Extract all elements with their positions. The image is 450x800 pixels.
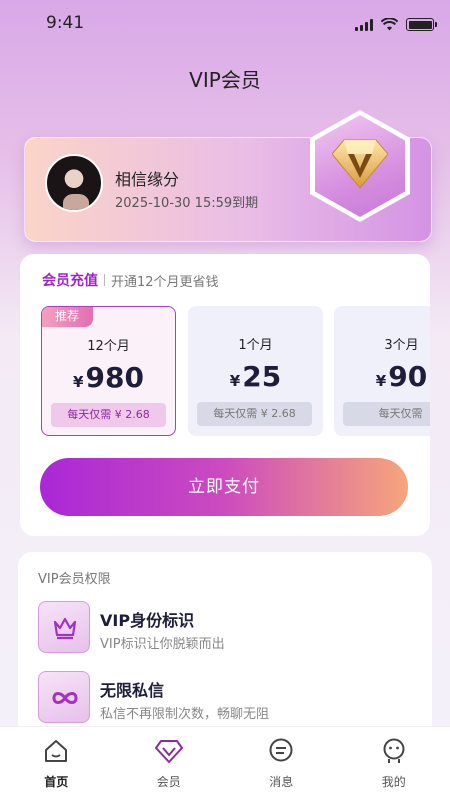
wifi-icon [381, 18, 398, 31]
recharge-header: 会员充值 开通12个月更省钱 [42, 270, 219, 290]
tab-label: 首页 [44, 775, 69, 789]
right-desc: 私信不再限制次数，畅聊无阻 [100, 707, 270, 722]
plan-12-months[interactable]: 推荐 12个月 ¥980 每天仅需 ¥ 2.68 [41, 306, 176, 436]
crown-icon [38, 601, 90, 653]
right-name: 无限私信 [100, 681, 165, 700]
plan-price: ¥90 [375, 360, 428, 393]
rights-title: VIP会员权限 [38, 572, 111, 587]
plan-period: 3个月 [384, 338, 419, 353]
right-item-unlimited-messages[interactable]: 无限私信 私信不再限制次数，畅聊无阻 [38, 671, 418, 725]
plan-period: 12个月 [87, 339, 130, 354]
avatar[interactable] [45, 154, 103, 212]
tab-label: 消息 [269, 775, 294, 789]
recommend-tag: 推荐 [42, 307, 93, 327]
plan-period: 1个月 [238, 338, 273, 353]
user-name: 相信缘分 [115, 170, 180, 189]
infinity-icon [38, 671, 90, 723]
plan-daily-cost: 每天仅需 [343, 402, 430, 426]
bottom-tab-bar: 首页 会员 消息 我的 [0, 726, 450, 800]
system-icons [355, 18, 437, 31]
battery-icon [406, 18, 437, 31]
profile-icon [383, 738, 405, 763]
tab-home[interactable]: 首页 [0, 727, 113, 800]
recharge-card: 会员充值 开通12个月更省钱 推荐 12个月 ¥980 每天仅需 ¥ 2.68 … [20, 254, 430, 536]
tab-vip[interactable]: 会员 [113, 727, 226, 800]
vip-rights-card: VIP会员权限 VIP身份标识 VIP标识让你脱颖而出 无限私信 私信不再限制次… [18, 552, 432, 752]
signal-icon [355, 18, 373, 31]
tab-label: 会员 [156, 775, 181, 789]
plan-daily-cost: 每天仅需 ¥ 2.68 [197, 402, 312, 426]
plan-3-months[interactable]: 3个月 ¥90 每天仅需 [334, 306, 430, 436]
tab-messages[interactable]: 消息 [225, 727, 338, 800]
status-time: 9:41 [46, 13, 85, 33]
divider [104, 274, 105, 286]
recharge-title: 会员充值 [42, 273, 98, 289]
vip-diamond-icon [154, 740, 183, 763]
page-title: VIP会员 [189, 68, 261, 92]
plan-1-month[interactable]: 1个月 ¥25 每天仅需 ¥ 2.68 [188, 306, 323, 436]
right-item-vip-badge[interactable]: VIP身份标识 VIP标识让你脱颖而出 [38, 601, 418, 655]
tab-profile[interactable]: 我的 [338, 727, 450, 800]
plan-price: ¥25 [229, 360, 282, 393]
vip-expire-date: 2025-10-30 15:59到期 [115, 196, 259, 211]
plan-price: ¥980 [73, 361, 144, 394]
vip-badge [310, 110, 410, 222]
pay-now-button[interactable]: 立即支付 [40, 458, 408, 516]
profile-card: 相信缘分 2025-10-30 15:59到期 [24, 110, 432, 242]
status-bar: 9:41 [0, 0, 450, 48]
tab-label: 我的 [381, 775, 406, 789]
recharge-subtitle: 开通12个月更省钱 [111, 274, 219, 290]
right-name: VIP身份标识 [100, 611, 195, 630]
gold-diamond-icon [332, 139, 388, 189]
plan-daily-cost: 每天仅需 ¥ 2.68 [51, 403, 166, 427]
right-desc: VIP标识让你脱颖而出 [100, 637, 225, 652]
message-icon [269, 738, 293, 762]
home-icon [45, 740, 68, 762]
